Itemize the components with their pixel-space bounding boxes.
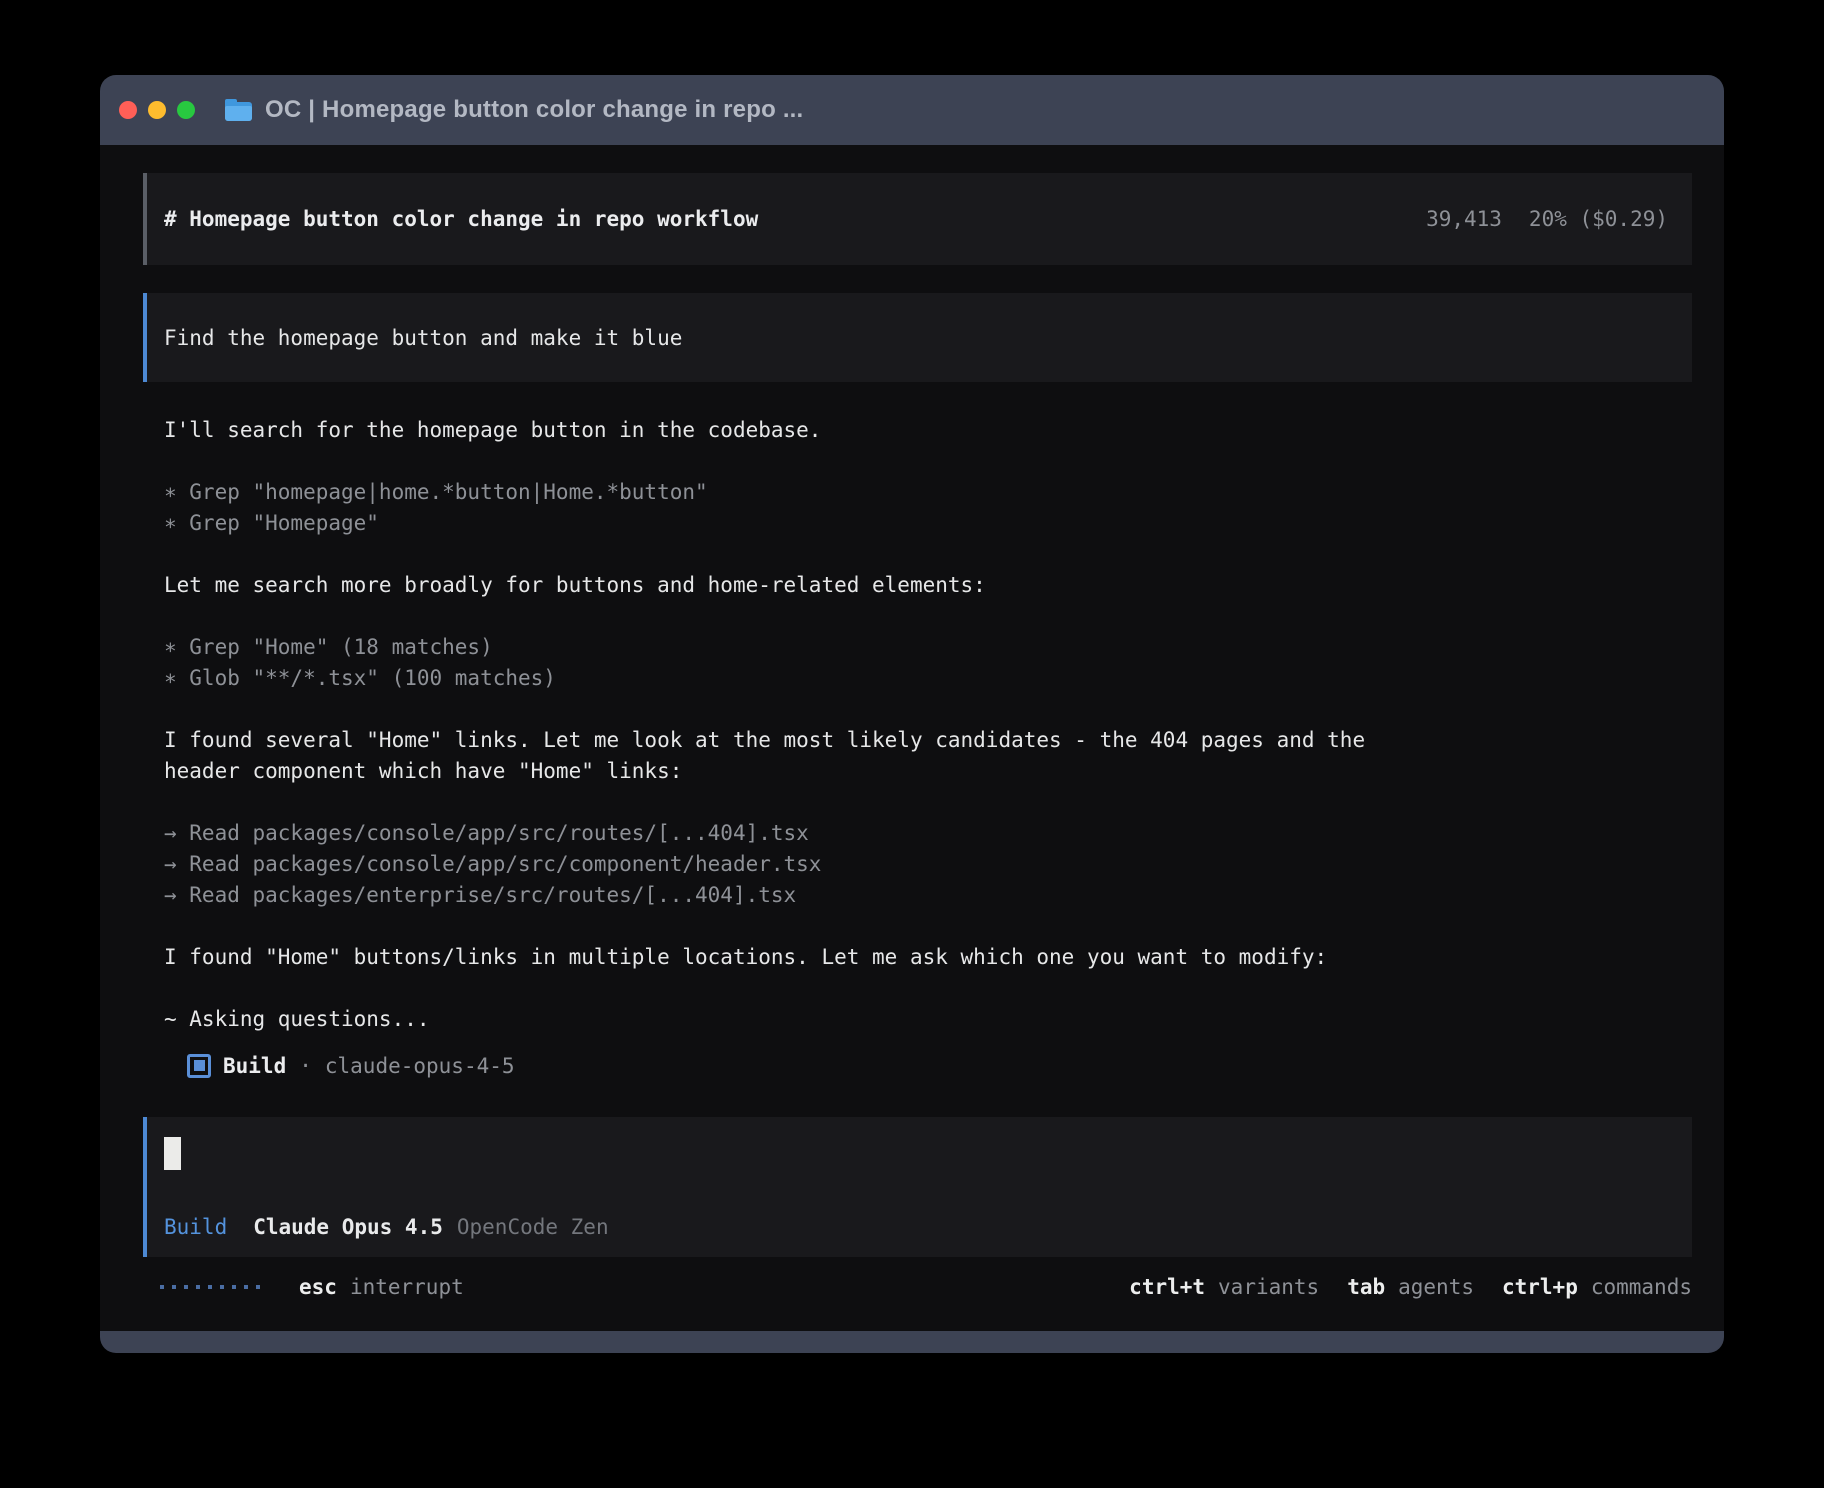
hint-interrupt-label: interrupt xyxy=(350,1275,464,1299)
session-title: # Homepage button color change in repo w… xyxy=(164,207,758,231)
spinner-dots xyxy=(160,1285,260,1289)
transcript-tool: ∗ Grep "Home" (18 matches) xyxy=(164,632,1692,663)
traffic-lights xyxy=(119,101,195,119)
spinner-dot xyxy=(256,1285,260,1289)
transcript-paragraph: ~ Asking questions... xyxy=(164,1004,1692,1035)
hint-commands-key: ctrl+p xyxy=(1502,1275,1578,1299)
transcript-blank xyxy=(164,601,1692,632)
spinner-dot xyxy=(232,1285,236,1289)
prompt-input[interactable]: Build Claude Opus 4.5 OpenCode Zen xyxy=(143,1117,1692,1257)
spinner-dot xyxy=(172,1285,176,1289)
transcript-tool: → Read packages/enterprise/src/routes/[.… xyxy=(164,880,1692,911)
hint-agents-label: agents xyxy=(1398,1275,1474,1299)
hint-interrupt-key: esc xyxy=(299,1275,337,1299)
transcript-paragraph: I'll search for the homepage button in t… xyxy=(164,415,1692,446)
transcript-paragraph: I found "Home" buttons/links in multiple… xyxy=(164,942,1692,973)
spinner-dot xyxy=(160,1285,164,1289)
spinner-dot xyxy=(220,1285,224,1289)
hint-variants: ctrl+t variants xyxy=(1129,1275,1319,1299)
statusbar-left: esc interrupt xyxy=(160,1275,464,1299)
user-message: Find the homepage button and make it blu… xyxy=(143,293,1692,382)
window-title: OC | Homepage button color change in rep… xyxy=(265,96,803,124)
hint-variants-label: variants xyxy=(1218,1275,1319,1299)
folder-icon xyxy=(225,100,252,121)
input-provider-label: OpenCode Zen xyxy=(457,1215,609,1239)
terminal-window: OC | Homepage button color change in rep… xyxy=(100,75,1724,1353)
hint-variants-key: ctrl+t xyxy=(1129,1275,1205,1299)
agent-icon xyxy=(187,1054,211,1078)
hint-agents-key: tab xyxy=(1347,1275,1385,1299)
agent-name: Build xyxy=(223,1054,286,1078)
session-header: # Homepage button color change in repo w… xyxy=(143,173,1692,265)
spinner-dot xyxy=(208,1285,212,1289)
transcript-tool: → Read packages/console/app/src/routes/[… xyxy=(164,818,1692,849)
transcript: I'll search for the homepage button in t… xyxy=(143,415,1692,1035)
transcript-paragraph: Let me search more broadly for buttons a… xyxy=(164,570,1692,601)
transcript-blank xyxy=(164,539,1692,570)
user-message-text: Find the homepage button and make it blu… xyxy=(164,326,682,350)
input-agent-label: Build xyxy=(164,1215,227,1239)
transcript-blank xyxy=(164,787,1692,818)
zoom-button[interactable] xyxy=(177,101,195,119)
spinner-dot xyxy=(184,1285,188,1289)
agent-separator: · xyxy=(299,1054,312,1078)
input-model-label: Claude Opus 4.5 xyxy=(253,1215,443,1239)
transcript-blank xyxy=(164,911,1692,942)
context-and-cost: 20% ($0.29) xyxy=(1529,207,1668,231)
titlebar: OC | Homepage button color change in rep… xyxy=(100,75,1724,145)
terminal-content: # Homepage button color change in repo w… xyxy=(100,145,1724,1331)
hint-commands: ctrl+p commands xyxy=(1502,1275,1692,1299)
spinner-dot xyxy=(196,1285,200,1289)
agent-status-row: Build · claude-opus-4-5 xyxy=(187,1050,1692,1081)
transcript-tool: → Read packages/console/app/src/componen… xyxy=(164,849,1692,880)
transcript-tool: ∗ Grep "homepage|home.*button|Home.*butt… xyxy=(164,477,1692,508)
text-cursor xyxy=(164,1137,181,1170)
title-group: OC | Homepage button color change in rep… xyxy=(225,96,803,124)
session-stats: 39,413 20% ($0.29) xyxy=(1426,207,1668,231)
transcript-tool: ∗ Glob "**/*.tsx" (100 matches) xyxy=(164,663,1692,694)
spinner-dot xyxy=(244,1285,248,1289)
hint-agents: tab agents xyxy=(1347,1275,1474,1299)
transcript-tool: ∗ Grep "Homepage" xyxy=(164,508,1692,539)
model-line: Build Claude Opus 4.5 OpenCode Zen xyxy=(164,1215,609,1239)
transcript-parawrap: I found several "Home" links. Let me loo… xyxy=(164,725,1404,787)
transcript-blank xyxy=(164,973,1692,1004)
token-count: 39,413 xyxy=(1426,207,1502,231)
close-button[interactable] xyxy=(119,101,137,119)
hint-commands-label: commands xyxy=(1591,1275,1692,1299)
statusbar: esc interrupt ctrl+t variants tab agents… xyxy=(143,1271,1692,1302)
hint-interrupt: esc interrupt xyxy=(299,1275,464,1299)
agent-model: claude-opus-4-5 xyxy=(325,1054,515,1078)
minimize-button[interactable] xyxy=(148,101,166,119)
transcript-blank xyxy=(164,446,1692,477)
transcript-blank xyxy=(164,694,1692,725)
statusbar-right: ctrl+t variants tab agents ctrl+p comman… xyxy=(1129,1275,1692,1299)
